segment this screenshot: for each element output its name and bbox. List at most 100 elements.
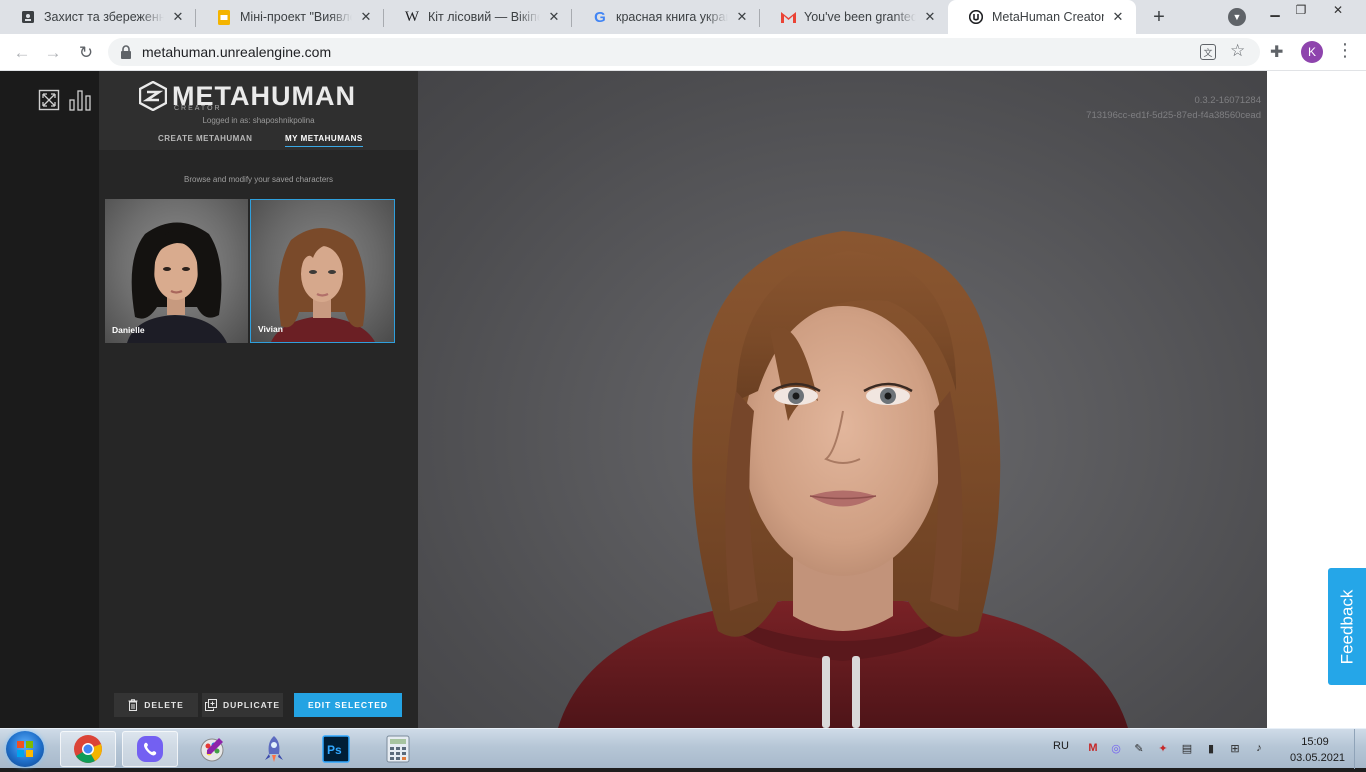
taskbar-rocket[interactable]	[246, 731, 302, 767]
calculator-icon	[386, 735, 410, 763]
browser-tab[interactable]: Захист та збереження ✕	[0, 0, 196, 34]
stats-icon[interactable]	[68, 89, 92, 111]
tab-title: MetaHuman Creator	[992, 10, 1104, 24]
close-tab-icon[interactable]: ✕	[546, 9, 562, 25]
clock[interactable]: 15:09 03.05.2021	[1290, 734, 1346, 766]
browser-tab-active[interactable]: MetaHuman Creator ✕	[948, 0, 1136, 34]
start-button[interactable]	[6, 731, 44, 767]
build-version: 0.3.2-16071284 713196cc-ed1f-5d25-87ed-f…	[1086, 93, 1261, 123]
panel-header: METAHUMAN CREATOR Logged in as: shaposhn…	[99, 71, 418, 150]
viber-icon	[137, 736, 163, 762]
keyboard-tray-icon[interactable]: ▤	[1180, 741, 1194, 755]
duplicate-icon	[204, 699, 217, 711]
taskbar-photoshop[interactable]: Ps	[308, 731, 364, 767]
minimize-icon[interactable]: ▁	[1263, 0, 1287, 20]
close-tab-icon[interactable]: ✕	[734, 9, 750, 25]
wikipedia-icon: W	[404, 8, 420, 25]
metahuman-logo-icon	[139, 81, 167, 111]
character-render	[558, 231, 1128, 728]
browser-tab[interactable]: G красная книга украины ✕	[572, 0, 760, 34]
back-icon[interactable]: ←	[9, 40, 35, 66]
volume-icon[interactable]: ♪	[1252, 741, 1266, 755]
tab-title: Міні-проект "Виявлення	[240, 10, 352, 24]
lock-icon	[121, 45, 131, 59]
character-card-danielle[interactable]: Danielle	[105, 199, 248, 343]
photoshop-icon: Ps	[322, 735, 350, 763]
battery-icon[interactable]: ▮	[1204, 741, 1218, 755]
language-indicator[interactable]: RU	[1053, 740, 1069, 752]
viewport-3d[interactable]: 0.3.2-16071284 713196cc-ed1f-5d25-87ed-f…	[418, 71, 1267, 728]
google-icon: G	[594, 8, 606, 26]
taskbar-chrome[interactable]	[60, 731, 116, 767]
vivian-portrait	[271, 228, 375, 342]
character-name: Danielle	[112, 325, 145, 335]
chrome-icon	[74, 735, 102, 763]
new-tab-button[interactable]: +	[1146, 5, 1172, 29]
restore-icon[interactable]: ❐	[1289, 0, 1313, 20]
danielle-portrait	[127, 222, 227, 343]
extensions-icon[interactable]: ✚	[1270, 42, 1283, 62]
tab-search-icon[interactable]: ▼	[1228, 8, 1246, 26]
version-number: 0.3.2-16071284	[1194, 95, 1261, 106]
tab-title: Кіт лісовий — Вікіпедія	[428, 10, 540, 24]
url-text: metahuman.unrealengine.com	[142, 44, 332, 60]
taskbar-paint[interactable]	[184, 731, 240, 767]
tab-title: красная книга украины	[616, 10, 728, 24]
close-tab-icon[interactable]: ✕	[358, 9, 374, 25]
tab-my-metahumans[interactable]: MY METAHUMANS	[285, 134, 363, 147]
tab-create-metahuman[interactable]: CREATE METAHUMAN	[158, 134, 252, 143]
browser-toolbar: ← → ↻ metahuman.unrealengine.com 文 ☆ ✚ K…	[0, 34, 1366, 71]
duplicate-button[interactable]: DUPLICATE	[202, 693, 283, 717]
show-desktop-button[interactable]	[1354, 729, 1366, 769]
close-tab-icon[interactable]: ✕	[170, 9, 186, 25]
close-tab-icon[interactable]: ✕	[922, 9, 938, 25]
delete-label: DELETE	[144, 700, 184, 710]
pen-tray-icon[interactable]: ✎	[1132, 741, 1146, 755]
side-panel: METAHUMAN CREATOR Logged in as: shaposhn…	[99, 71, 418, 728]
slides-icon	[216, 9, 232, 25]
profile-avatar[interactable]: K	[1301, 41, 1323, 63]
taskbar: Ps RU M ◎ ✎ ✦ ▤ ▮ ⊞ ♪ 15:09 03.05.2021	[0, 728, 1366, 769]
reload-icon[interactable]: ↻	[73, 40, 99, 66]
clock-date: 03.05.2021	[1290, 752, 1346, 764]
translate-icon[interactable]: 文	[1200, 44, 1216, 60]
tab-title: Захист та збереження	[44, 10, 164, 24]
browser-tab[interactable]: You've been granted Ea ✕	[760, 0, 948, 34]
delete-button[interactable]: DELETE	[114, 693, 198, 717]
paint-icon	[200, 738, 224, 762]
close-tab-icon[interactable]: ✕	[1110, 9, 1126, 25]
logo-subtitle: CREATOR	[174, 105, 222, 112]
gmail-icon	[780, 9, 796, 25]
character-card-vivian[interactable]: Vivian	[250, 199, 395, 343]
browse-description: Browse and modify your saved characters	[184, 175, 333, 184]
address-bar[interactable]: metahuman.unrealengine.com 文 ☆	[108, 38, 1260, 66]
character-name: Vivian	[258, 324, 283, 334]
metahuman-logo: METAHUMAN	[139, 81, 356, 111]
browser-tab[interactable]: W Кіт лісовий — Вікіпедія ✕	[384, 0, 572, 34]
clock-time: 15:09	[1301, 736, 1329, 748]
browser-tab[interactable]: Міні-проект "Виявлення ✕	[196, 0, 384, 34]
bookmark-star-icon[interactable]: ☆	[1230, 41, 1245, 61]
classroom-icon	[20, 9, 36, 25]
viber-tray-icon[interactable]: ◎	[1109, 741, 1123, 755]
forward-icon[interactable]: →	[40, 40, 66, 66]
feedback-label: Feedback	[1337, 589, 1357, 664]
browser-tabstrip: Захист та збереження ✕ Міні-проект "Вияв…	[0, 0, 1366, 34]
duplicate-label: DUPLICATE	[222, 700, 280, 710]
tab-title: You've been granted Ea	[804, 10, 916, 24]
taskbar-calculator[interactable]	[370, 731, 426, 767]
icon-rail	[0, 71, 99, 728]
antivirus-tray-icon[interactable]: ✦	[1156, 741, 1170, 755]
edit-selected-button[interactable]: EDIT SELECTED	[294, 693, 402, 717]
close-window-icon[interactable]: ✕	[1318, 0, 1358, 20]
svg-text:Ps: Ps	[327, 743, 342, 757]
metahuman-app: METAHUMAN CREATOR Logged in as: shaposhn…	[0, 71, 1366, 728]
rocket-icon	[265, 736, 283, 762]
fullscreen-icon[interactable]	[38, 89, 60, 111]
malwarebytes-icon[interactable]: M	[1086, 741, 1100, 755]
browser-menu-icon[interactable]: ⋮	[1336, 40, 1354, 61]
network-icon[interactable]: ⊞	[1228, 741, 1242, 755]
windows-logo-icon	[17, 741, 33, 757]
feedback-tab[interactable]: Feedback	[1328, 568, 1366, 685]
taskbar-viber[interactable]	[122, 731, 178, 767]
